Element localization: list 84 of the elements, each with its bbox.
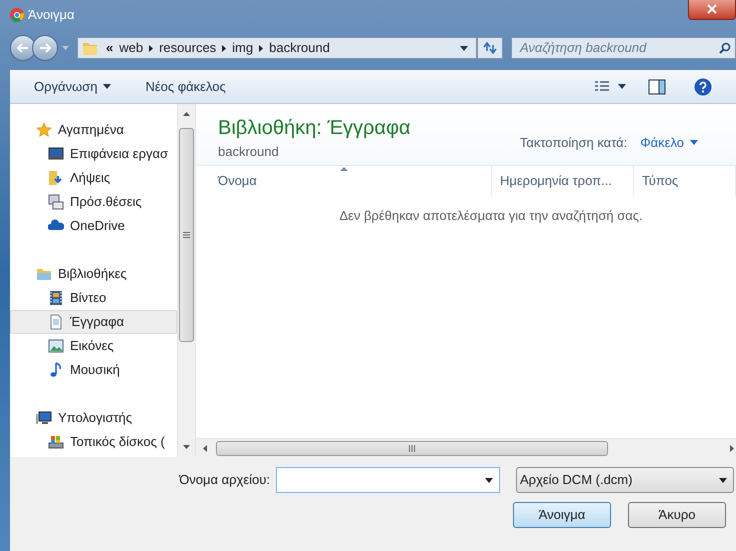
scroll-left-icon bbox=[203, 444, 207, 452]
document-icon bbox=[48, 314, 64, 330]
grip-icon bbox=[409, 444, 415, 452]
close-button[interactable] bbox=[688, 0, 736, 20]
nav-item[interactable]: Βίντεο bbox=[10, 286, 177, 310]
back-arrow-icon bbox=[17, 43, 29, 53]
scrollbar-thumb[interactable] bbox=[179, 128, 194, 342]
empty-message: Δεν βρέθηκαν αποτελέσματα για την αναζήτησή σας. bbox=[339, 207, 643, 225]
app-icon bbox=[10, 8, 24, 22]
film-icon bbox=[48, 290, 64, 306]
back-button[interactable] bbox=[10, 35, 36, 61]
forward-button[interactable] bbox=[32, 35, 58, 61]
grip-icon bbox=[183, 232, 190, 238]
breadcrumb[interactable]: resources bbox=[159, 38, 216, 58]
library-folder-icon bbox=[36, 266, 52, 282]
library-title: Βιβλιοθήκη: Έγγραφα bbox=[218, 116, 410, 140]
breadcrumb[interactable]: backround bbox=[269, 38, 330, 58]
music-note-icon bbox=[48, 362, 64, 378]
image-icon bbox=[48, 338, 64, 354]
nav-item[interactable]: Εικόνες bbox=[10, 334, 177, 358]
preview-pane-button[interactable] bbox=[648, 78, 666, 94]
window-title: Άνοιγμα bbox=[28, 6, 75, 24]
download-folder-icon bbox=[48, 170, 64, 186]
sort-arrow-icon bbox=[340, 167, 348, 171]
dropdown-arrow-icon bbox=[719, 478, 727, 482]
desktop-icon bbox=[48, 146, 64, 162]
library-subtitle: backround bbox=[218, 143, 280, 161]
refresh-button[interactable] bbox=[477, 37, 503, 59]
close-icon bbox=[707, 4, 717, 14]
star-icon bbox=[36, 122, 52, 138]
scroll-up-icon bbox=[183, 112, 190, 116]
column-header[interactable]: Ημερομηνία τροπ... bbox=[492, 166, 634, 196]
nav-item[interactable]: Τοπικός δίσκος ( bbox=[10, 430, 177, 454]
preview-pane-icon bbox=[648, 78, 666, 94]
drive-icon bbox=[48, 434, 64, 450]
caret-icon bbox=[618, 84, 626, 89]
filename-label: Όνομα αρχείου: bbox=[178, 471, 270, 490]
new-folder-button[interactable]: Νέος φάκελος bbox=[145, 76, 226, 96]
dropdown-arrow-icon bbox=[485, 478, 493, 482]
nav-group[interactable]: Βιβλιοθήκες bbox=[10, 262, 177, 286]
separator-arrow-icon[interactable] bbox=[222, 44, 226, 52]
horizontal-scrollbar[interactable] bbox=[196, 438, 736, 457]
nav-item[interactable]: Πρόσ.θέσεις bbox=[10, 190, 177, 214]
help-button[interactable] bbox=[694, 78, 712, 96]
places-icon bbox=[48, 194, 64, 210]
nav-item[interactable]: OneDrive bbox=[10, 214, 177, 238]
column-header[interactable]: Τύπος bbox=[634, 166, 736, 196]
breadcrumb[interactable]: web bbox=[119, 38, 144, 58]
search-icon bbox=[719, 42, 731, 54]
nav-item[interactable]: Επιφάνεια εργασ bbox=[10, 142, 177, 166]
dropdown-arrow-icon bbox=[62, 46, 69, 50]
scroll-down-icon bbox=[183, 445, 190, 449]
overflow-chevron[interactable]: « bbox=[106, 38, 114, 58]
breadcrumb[interactable]: img bbox=[232, 38, 254, 58]
nav-group[interactable]: Αγαπημένα bbox=[10, 118, 177, 142]
scroll-right-icon bbox=[730, 444, 734, 452]
organize-button[interactable]: Οργάνωση bbox=[34, 76, 112, 96]
caret-icon bbox=[690, 140, 698, 146]
refresh-icon bbox=[483, 42, 497, 54]
separator-arrow-icon[interactable] bbox=[259, 44, 264, 52]
nav-group[interactable]: Υπολογιστής bbox=[10, 406, 177, 430]
help-icon bbox=[694, 78, 712, 96]
scrollbar-thumb[interactable] bbox=[216, 440, 608, 456]
view-options-button[interactable] bbox=[594, 80, 626, 94]
separator-arrow-icon[interactable] bbox=[149, 44, 154, 52]
column-header[interactable]: Όνομα bbox=[196, 166, 492, 196]
nav-item[interactable]: Λήψεις bbox=[10, 166, 177, 190]
folder-icon bbox=[82, 40, 98, 56]
computer-icon bbox=[36, 410, 52, 426]
dropdown-arrow-icon[interactable] bbox=[460, 46, 468, 50]
search-field[interactable]: Αναζήτηση backround bbox=[511, 37, 736, 59]
vertical-scrollbar[interactable] bbox=[177, 104, 195, 457]
list-view-icon bbox=[594, 80, 610, 94]
caret-icon bbox=[103, 84, 112, 89]
filetype-dropdown[interactable]: Αρχείο DCM (.dcm) bbox=[516, 467, 734, 493]
arrange-dropdown[interactable]: Φάκελο bbox=[640, 133, 698, 152]
nav-item[interactable]: Μουσική bbox=[10, 358, 177, 382]
dialog-button[interactable]: Άνοιγμα bbox=[513, 502, 611, 528]
nav-item[interactable]: Έγγραφα bbox=[10, 310, 177, 334]
address-bar[interactable]: « web resources img backround bbox=[77, 37, 477, 59]
arrange-label: Τακτοποίηση κατά: bbox=[520, 134, 628, 152]
dialog-button[interactable]: Άκυρο bbox=[628, 502, 726, 528]
forward-arrow-icon bbox=[39, 43, 51, 53]
filename-field[interactable] bbox=[276, 467, 500, 493]
